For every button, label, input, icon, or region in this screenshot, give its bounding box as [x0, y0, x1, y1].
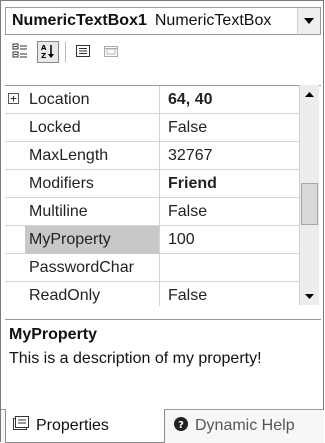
property-row[interactable]: Locked False [5, 113, 300, 142]
property-name: Multiline [25, 197, 160, 226]
property-row[interactable]: PasswordChar [5, 253, 300, 282]
properties-window: NumericTextBox1 NumericTextBox A Z + Loc… [0, 0, 324, 443]
property-value[interactable]: 100 [160, 231, 195, 249]
svg-text:A: A [41, 44, 47, 52]
property-name: Modifiers [25, 169, 160, 198]
property-value[interactable]: 64, 40 [160, 91, 212, 109]
property-value[interactable]: False [160, 119, 207, 137]
dropdown-arrow-icon[interactable] [297, 8, 320, 34]
property-value[interactable]: 32767 [160, 147, 213, 165]
scroll-down-arrow-icon[interactable] [300, 287, 319, 305]
property-grid-scrollbar[interactable] [299, 85, 319, 305]
alphabetical-button[interactable]: A Z [37, 41, 59, 63]
selected-object-type: NumericTextBox [154, 12, 272, 29]
description-text: This is a description of my property! [9, 350, 262, 367]
svg-text:Z: Z [41, 52, 46, 59]
tab-dynamic-help[interactable]: ? Dynamic Help [167, 409, 301, 443]
property-name: MaxLength [25, 141, 160, 170]
property-row[interactable]: + Location 64, 40 [5, 86, 300, 114]
description-pane: MyProperty This is a description of my p… [5, 319, 321, 399]
scroll-up-arrow-icon[interactable] [300, 85, 319, 103]
property-name: ReadOnly [25, 281, 160, 306]
toolbar-separator [65, 42, 66, 62]
property-row[interactable]: Multiline False [5, 197, 300, 226]
property-grid: + Location 64, 40 Locked False MaxLength… [5, 85, 321, 306]
object-selector[interactable]: NumericTextBox1 NumericTextBox [5, 7, 321, 35]
properties-tab-icon [12, 415, 30, 436]
bottom-tab-strip: Properties ? Dynamic Help [1, 409, 324, 443]
property-pages-button[interactable] [100, 41, 122, 63]
property-name: PasswordChar [25, 253, 160, 282]
properties-toolbar: A Z [5, 39, 321, 65]
tab-properties[interactable]: Properties [5, 409, 165, 443]
property-value[interactable]: False [160, 203, 207, 221]
property-name: MyProperty [25, 225, 160, 254]
property-row[interactable]: MaxLength 32767 [5, 141, 300, 170]
tab-label: Properties [36, 416, 109, 434]
property-row[interactable]: Modifiers Friend [5, 169, 300, 198]
tab-label: Dynamic Help [195, 417, 295, 434]
property-name: Location [25, 86, 160, 114]
scrollbar-thumb[interactable] [301, 183, 318, 225]
expand-plus-icon[interactable]: + [8, 92, 19, 104]
sort-az-icon: A Z [40, 43, 56, 62]
property-pages-icon [103, 43, 119, 62]
property-value[interactable]: Friend [160, 175, 217, 193]
property-name: Locked [25, 113, 160, 142]
categorized-icon [12, 43, 28, 62]
properties-button[interactable] [72, 41, 94, 63]
property-row[interactable]: ReadOnly False [5, 281, 300, 306]
description-title: MyProperty [9, 326, 98, 343]
selected-object-name: NumericTextBox1 [12, 12, 147, 29]
properties-icon [75, 43, 91, 62]
help-icon: ? [173, 416, 189, 437]
svg-text:?: ? [178, 420, 184, 431]
property-row-selected[interactable]: MyProperty 100 [5, 225, 300, 254]
categorized-button[interactable] [9, 41, 31, 63]
property-value[interactable]: False [160, 287, 207, 305]
